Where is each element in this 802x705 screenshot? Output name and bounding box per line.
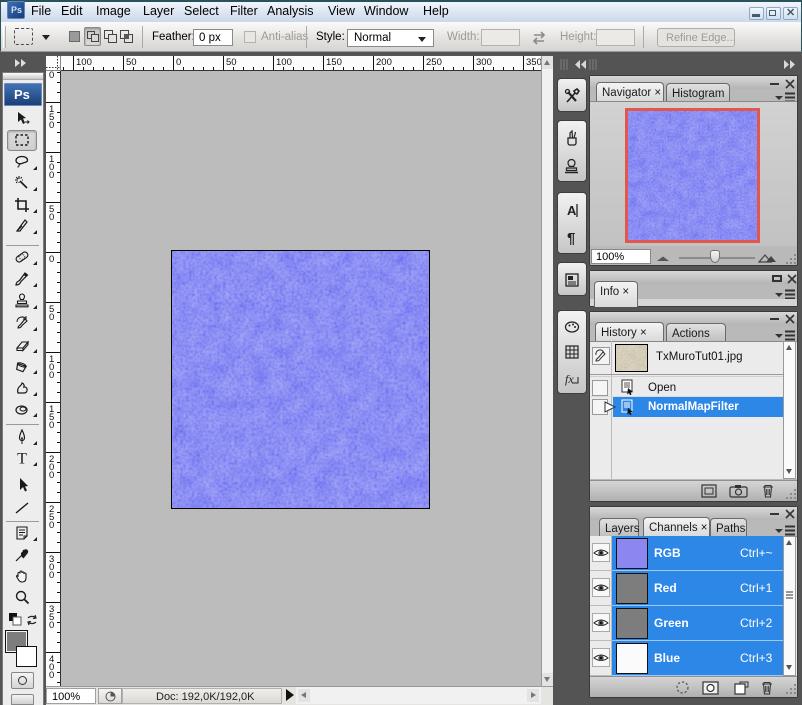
svg-text:0: 0 — [49, 312, 54, 323]
svg-text:0: 0 — [49, 370, 54, 381]
svg-text:50: 50 — [226, 57, 237, 68]
svg-text:50: 50 — [126, 57, 137, 68]
svg-text:0: 0 — [49, 670, 54, 681]
svg-text:A: A — [567, 203, 577, 218]
svg-text:0: 0 — [49, 520, 54, 531]
svg-text:0: 0 — [49, 254, 54, 265]
svg-text:100: 100 — [276, 57, 292, 68]
svg-text:0: 0 — [49, 71, 54, 81]
svg-text:0: 0 — [49, 170, 54, 181]
svg-text:200: 200 — [376, 57, 392, 68]
svg-text:fx: fx — [565, 372, 574, 386]
svg-text:300: 300 — [476, 57, 492, 68]
svg-text:0: 0 — [49, 120, 54, 131]
svg-text:¶: ¶ — [567, 230, 575, 247]
svg-text:0: 0 — [49, 212, 54, 223]
svg-text:0: 0 — [49, 470, 54, 481]
svg-text:0: 0 — [49, 420, 54, 431]
svg-text:150: 150 — [326, 57, 342, 68]
svg-text:0: 0 — [49, 570, 54, 581]
svg-text:350: 350 — [526, 57, 541, 68]
svg-text:100: 100 — [76, 57, 92, 68]
svg-text:0: 0 — [49, 620, 54, 631]
svg-text:250: 250 — [426, 57, 442, 68]
svg-text:0: 0 — [176, 57, 181, 68]
